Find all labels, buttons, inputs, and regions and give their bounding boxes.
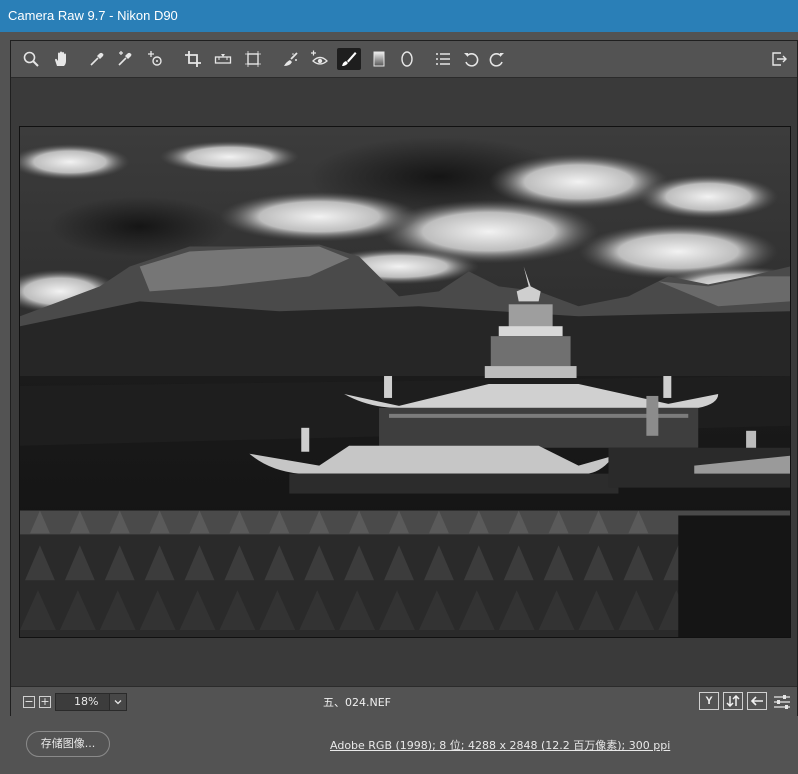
dialog-frame: − + 18% 五、024.NEF Y: [10, 40, 798, 716]
zoom-level-value: 18%: [74, 695, 99, 708]
window-title: Camera Raw 9.7 - Nikon D90: [8, 8, 178, 23]
toolbar: [11, 41, 797, 78]
fullscreen-icon: [772, 52, 787, 66]
image-preview[interactable]: [19, 126, 791, 638]
filename-label: 五、024.NEF: [323, 696, 391, 709]
before-after-view-button[interactable]: Y: [699, 692, 719, 710]
target-icon: [148, 51, 162, 66]
copy-settings-button[interactable]: [747, 692, 767, 710]
rotate-ccw-button[interactable]: [459, 48, 483, 70]
zoom-level-select[interactable]: 18%: [55, 693, 127, 711]
workflow-options-link[interactable]: Adobe RGB (1998); 8 位; 4288 x 2848 (12.2…: [330, 737, 670, 753]
window-title-bar: Camera Raw 9.7 - Nikon D90: [0, 0, 798, 32]
list-icon: [436, 53, 450, 65]
sliders-icon[interactable]: [773, 693, 791, 711]
save-image-button[interactable]: 存储图像...: [26, 731, 110, 757]
spot-removal-tool-button[interactable]: [279, 48, 303, 70]
eye-icon: [311, 50, 328, 65]
red-eye-tool-button[interactable]: [307, 48, 331, 70]
chevron-down-icon: [114, 700, 122, 705]
rotate-right-icon: [489, 53, 504, 67]
before-after-label: Y: [705, 695, 713, 707]
hand-icon: [55, 51, 66, 66]
zoom-in-button[interactable]: +: [39, 696, 51, 708]
preferences-button[interactable]: [431, 48, 455, 70]
zoom-dropdown-caret[interactable]: [109, 694, 126, 710]
gradient-icon: [373, 51, 385, 67]
swap-icon: [726, 695, 740, 707]
eyedropper-icon: [90, 52, 104, 66]
rotate-cw-button[interactable]: [485, 48, 509, 70]
brush-spot-icon: [284, 52, 298, 66]
zoom-tool-button[interactable]: [19, 48, 43, 70]
zoom-out-button[interactable]: −: [23, 696, 35, 708]
straighten-tool-button[interactable]: [211, 48, 235, 70]
eyedropper-plus-icon: [118, 51, 132, 66]
crop-icon: [185, 51, 201, 67]
ellipse-icon: [401, 51, 413, 67]
preview-canvas[interactable]: [11, 79, 797, 685]
preview-photo: [20, 127, 790, 637]
adjustment-brush-tool-button[interactable]: [337, 48, 361, 70]
transform-icon: [245, 51, 261, 67]
white-balance-tool-button[interactable]: [85, 48, 109, 70]
level-icon: [214, 54, 232, 64]
color-sampler-tool-button[interactable]: [113, 48, 137, 70]
arrow-left-icon: [750, 696, 763, 706]
targeted-adjustment-tool-button[interactable]: [143, 48, 167, 70]
swap-settings-button[interactable]: [723, 692, 743, 710]
transform-tool-button[interactable]: [241, 48, 265, 70]
crop-tool-button[interactable]: [181, 48, 205, 70]
brush-icon: [342, 52, 357, 66]
magnifier-icon: [23, 51, 39, 67]
status-bar: − + 18% 五、024.NEF Y: [11, 686, 797, 716]
hand-tool-button[interactable]: [49, 48, 73, 70]
graduated-filter-tool-button[interactable]: [367, 48, 391, 70]
rotate-left-icon: [464, 53, 479, 67]
full-screen-button[interactable]: [767, 48, 791, 70]
radial-filter-tool-button[interactable]: [395, 48, 419, 70]
